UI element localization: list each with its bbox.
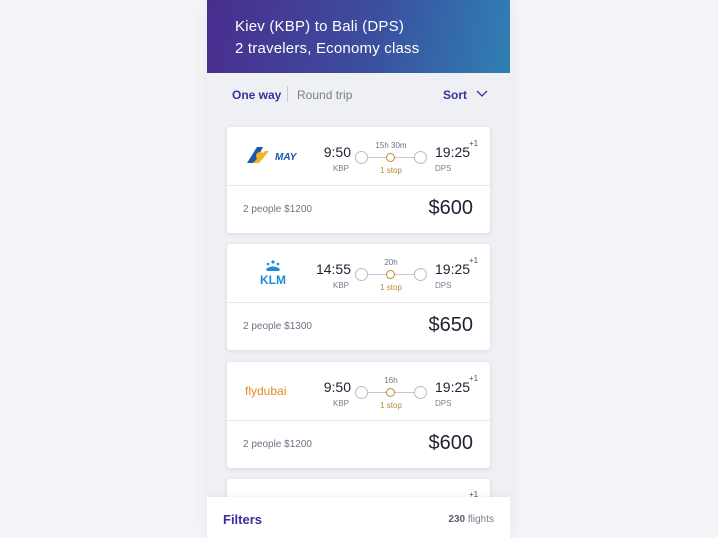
flight-card[interactable]: flydubai 9:50 KBP 16h 1 stop 19:25 +1 DP… (227, 362, 490, 468)
route-title: Kiev (KBP) to Bali (DPS) (235, 18, 405, 35)
travelers-class: 2 travelers, Economy class (235, 40, 420, 57)
arrival-code: DPS (435, 164, 452, 173)
price-row: 2 people $1300 $650 (227, 303, 490, 350)
tab-round-trip[interactable]: Round trip (297, 88, 352, 102)
departure-code: KBP (332, 281, 349, 290)
route-line (355, 386, 427, 400)
airline-logo-uia: MAY (247, 147, 298, 163)
departure-code: KBP (332, 399, 349, 408)
price-per-person: $600 (428, 432, 474, 454)
price-row: 2 people $1200 $600 (227, 421, 490, 468)
departure-code: KBP (332, 164, 349, 173)
search-summary-header[interactable]: Kiev (KBP) to Bali (DPS) 2 travelers, Ec… (207, 0, 510, 73)
arrival-time: 19:25 (435, 379, 471, 395)
filters-button[interactable]: Filters (223, 512, 262, 527)
flight-card[interactable]: KLM 14:55 KBP 20h 1 stop 19:25 +1 DPS 2 … (227, 244, 490, 350)
departure-time: 9:50 (323, 144, 351, 160)
arrival-time: 19:25 (435, 261, 471, 277)
stop-count: 1 stop (380, 166, 402, 175)
app-screen: Kiev (KBP) to Bali (DPS) 2 travelers, Ec… (207, 0, 510, 538)
price-row: 2 people $1200 $600 (227, 186, 490, 233)
trip-controls: One way Round trip Sort (207, 73, 510, 117)
tab-one-way[interactable]: One way (232, 88, 281, 102)
svg-text:MAY: MAY (275, 152, 298, 163)
arrival-code: DPS (435, 399, 452, 408)
flight-count-label: flights (467, 514, 494, 525)
flight-card[interactable]: MAY 9:50 KBP 15h 30m 1 stop 19:25 +1 DPS… (227, 127, 490, 233)
flight-count-number: 230 (448, 514, 466, 525)
arrival-time: 19:25 (435, 144, 471, 160)
stop-count: 1 stop (380, 401, 402, 410)
price-per-person: $600 (428, 197, 474, 219)
tab-divider (287, 86, 288, 102)
airline-logo-klm: KLM (260, 260, 286, 287)
group-price: 2 people $1200 (243, 204, 312, 215)
departure-time: 14:55 (315, 261, 351, 277)
stop-count: 1 stop (380, 283, 402, 292)
group-price: 2 people $1200 (243, 439, 312, 450)
flight-info: flydubai 9:50 KBP 16h 1 stop 19:25 +1 DP… (227, 362, 490, 421)
flight-duration: 20h (384, 258, 398, 267)
svg-text:flydubai: flydubai (245, 384, 286, 398)
chevron-down-icon[interactable] (475, 86, 489, 100)
departure-time: 9:50 (323, 379, 351, 395)
group-price: 2 people $1300 (243, 321, 312, 332)
flight-info: MAY 9:50 KBP 15h 30m 1 stop 19:25 +1 DPS (227, 127, 490, 186)
arrival-code: DPS (435, 281, 452, 290)
flight-info: KLM 14:55 KBP 20h 1 stop 19:25 +1 DPS (227, 244, 490, 303)
route-line (355, 268, 427, 282)
day-offset: +1 (469, 256, 479, 265)
svg-text:KLM: KLM (260, 273, 286, 287)
route-line (355, 151, 427, 165)
sort-button[interactable]: Sort (443, 88, 467, 102)
flight-count: 230 flights (448, 514, 494, 525)
day-offset: +1 (469, 374, 479, 383)
flight-duration: 16h (384, 376, 398, 385)
price-per-person: $650 (428, 314, 474, 336)
day-offset: +1 (469, 139, 479, 148)
filters-bar: Filters 230 flights (207, 497, 510, 538)
airline-logo-flydubai: flydubai (245, 384, 286, 398)
flight-duration: 15h 30m (375, 141, 407, 150)
